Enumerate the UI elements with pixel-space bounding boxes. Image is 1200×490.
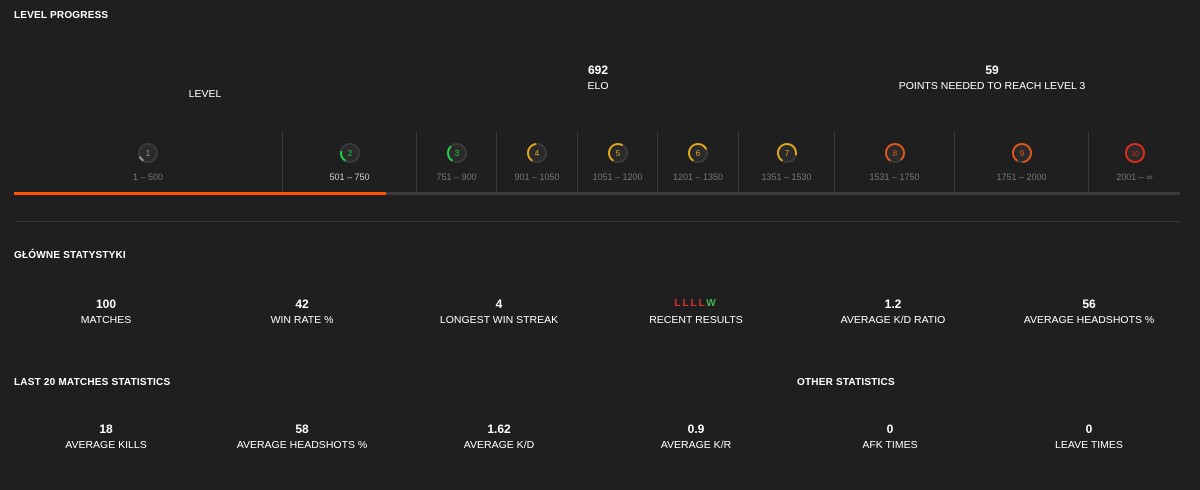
level-7-badge-icon: 7 bbox=[776, 143, 797, 163]
recent-results-value: LLLLW bbox=[606, 297, 786, 311]
level-segment-7: 7 1351 – 1530 bbox=[738, 132, 834, 192]
level-4-badge-icon: 4 bbox=[527, 143, 547, 163]
leave-times-label: LEAVE TIMES bbox=[1055, 439, 1123, 451]
level-10-range: 2001 – ∞ bbox=[1116, 172, 1153, 182]
elo-stat: 692 ELO bbox=[548, 63, 648, 93]
level-5-badge-icon: 5 bbox=[607, 143, 628, 163]
level-1-badge-icon: 1 bbox=[138, 143, 158, 163]
average-kd-ratio-value: 1.2 bbox=[884, 297, 902, 311]
elo-value: 692 bbox=[587, 63, 609, 77]
recent-results-stat: LLLLW RECENT RESULTS bbox=[606, 297, 786, 327]
level-badge-number: 10 bbox=[1131, 151, 1139, 158]
average-kr-stat: 0.9 AVERAGE K/R bbox=[606, 422, 786, 452]
level-badge-number: 1 bbox=[146, 149, 151, 158]
longest-win-streak-value: 4 bbox=[495, 297, 503, 311]
level-7-range: 1351 – 1530 bbox=[761, 172, 812, 182]
points-needed-value: 59 bbox=[985, 63, 999, 77]
points-needed-label: POINTS NEEDED TO REACH LEVEL 3 bbox=[898, 80, 1086, 92]
average-kr-label: AVERAGE K/R bbox=[660, 439, 732, 451]
level-badge-number: 9 bbox=[1019, 149, 1024, 158]
afk-times-stat: 0 AFK TIMES bbox=[800, 422, 980, 452]
level-badge-number: 2 bbox=[347, 149, 352, 158]
matches-label: MATCHES bbox=[80, 314, 132, 326]
recent-result: W bbox=[706, 298, 718, 309]
level-8-range: 1531 – 1750 bbox=[869, 172, 920, 182]
leave-times-value: 0 bbox=[1085, 422, 1093, 436]
average-kills-stat: 18 AVERAGE KILLS bbox=[16, 422, 196, 452]
level-5-range: 1051 – 1200 bbox=[592, 172, 643, 182]
level-progress-bar bbox=[14, 192, 1180, 195]
average-headshots-value: 56 bbox=[1082, 297, 1096, 311]
afk-times-label: AFK TIMES bbox=[862, 439, 918, 451]
average-kills-label: AVERAGE KILLS bbox=[65, 439, 147, 451]
level-progress-title: LEVEL PROGRESS bbox=[14, 10, 109, 21]
last20-headshots-stat: 58 AVERAGE HEADSHOTS % bbox=[212, 422, 392, 452]
level-segment-9: 9 1751 – 2000 bbox=[954, 132, 1088, 192]
level-header: LEVEL bbox=[150, 88, 260, 101]
points-needed-stat: 59 POINTS NEEDED TO REACH LEVEL 3 bbox=[862, 63, 1122, 93]
level-segment-8: 8 1531 – 1750 bbox=[834, 132, 954, 192]
level-badge-number: 8 bbox=[892, 149, 897, 158]
matches-value: 100 bbox=[95, 297, 117, 311]
matches-stat: 100 MATCHES bbox=[16, 297, 196, 327]
level-segment-6: 6 1201 – 1350 bbox=[657, 132, 738, 192]
level-progress-fill bbox=[14, 192, 386, 195]
average-kd-label: AVERAGE K/D bbox=[463, 439, 535, 451]
level-9-badge-icon: 9 bbox=[1011, 143, 1032, 163]
level-2-badge-icon: 2 bbox=[339, 143, 360, 163]
level-3-range: 751 – 900 bbox=[436, 172, 477, 182]
afk-times-value: 0 bbox=[886, 422, 894, 436]
win-rate-value: 42 bbox=[295, 297, 309, 311]
divider bbox=[14, 221, 1180, 222]
average-kills-value: 18 bbox=[99, 422, 113, 436]
average-headshots-stat: 56 AVERAGE HEADSHOTS % bbox=[999, 297, 1179, 327]
recent-result: L bbox=[690, 298, 699, 309]
elo-label: ELO bbox=[587, 80, 609, 92]
level-label: LEVEL bbox=[188, 88, 222, 100]
level-badge-number: 5 bbox=[615, 149, 620, 158]
win-rate-label: WIN RATE % bbox=[270, 314, 334, 326]
level-8-badge-icon: 8 bbox=[884, 143, 905, 163]
level-segment-5: 5 1051 – 1200 bbox=[577, 132, 657, 192]
average-kd-value: 1.62 bbox=[487, 422, 511, 436]
level-1-range: 1 – 500 bbox=[132, 172, 164, 182]
level-badge-number: 7 bbox=[784, 149, 789, 158]
average-kd-ratio-label: AVERAGE K/D RATIO bbox=[840, 314, 946, 326]
recent-results-label: RECENT RESULTS bbox=[649, 314, 743, 326]
last20-headshots-value: 58 bbox=[295, 422, 309, 436]
last20-title: LAST 20 MATCHES STATISTICS bbox=[14, 377, 171, 388]
level-2-range: 501 – 750 bbox=[329, 172, 370, 182]
other-stats-title: OTHER STATISTICS bbox=[797, 377, 895, 388]
average-kd-ratio-stat: 1.2 AVERAGE K/D RATIO bbox=[803, 297, 983, 327]
level-badge-number: 6 bbox=[696, 149, 701, 158]
recent-result: L bbox=[682, 298, 691, 309]
longest-win-streak-stat: 4 LONGEST WIN STREAK bbox=[409, 297, 589, 327]
last20-headshots-label: AVERAGE HEADSHOTS % bbox=[236, 439, 368, 451]
level-10-badge-icon: 10 bbox=[1124, 143, 1145, 163]
level-segment-10: 10 2001 – ∞ bbox=[1088, 132, 1180, 192]
average-kr-value: 0.9 bbox=[687, 422, 705, 436]
level-3-badge-icon: 3 bbox=[446, 143, 467, 163]
level-badge-number: 4 bbox=[535, 149, 540, 158]
longest-win-streak-label: LONGEST WIN STREAK bbox=[439, 314, 559, 326]
level-segment-4: 4 901 – 1050 bbox=[496, 132, 577, 192]
average-headshots-label: AVERAGE HEADSHOTS % bbox=[1023, 314, 1155, 326]
level-badge-number: 3 bbox=[454, 149, 459, 158]
level-4-range: 901 – 1050 bbox=[514, 172, 560, 182]
main-stats-title: GŁÓWNE STATYSTYKI bbox=[14, 250, 126, 261]
level-segment-1: 1 1 – 500 bbox=[14, 132, 282, 192]
level-9-range: 1751 – 2000 bbox=[996, 172, 1047, 182]
leave-times-stat: 0 LEAVE TIMES bbox=[999, 422, 1179, 452]
level-segment-2: 2 501 – 750 bbox=[282, 132, 416, 192]
win-rate-stat: 42 WIN RATE % bbox=[212, 297, 392, 327]
level-6-range: 1201 – 1350 bbox=[672, 172, 724, 182]
level-6-badge-icon: 6 bbox=[688, 143, 708, 163]
average-kd-stat: 1.62 AVERAGE K/D bbox=[409, 422, 589, 452]
level-strip: 1 1 – 500 2 501 – 750 3 751 – 900 4 901 … bbox=[14, 132, 1180, 192]
level-segment-3: 3 751 – 900 bbox=[416, 132, 496, 192]
